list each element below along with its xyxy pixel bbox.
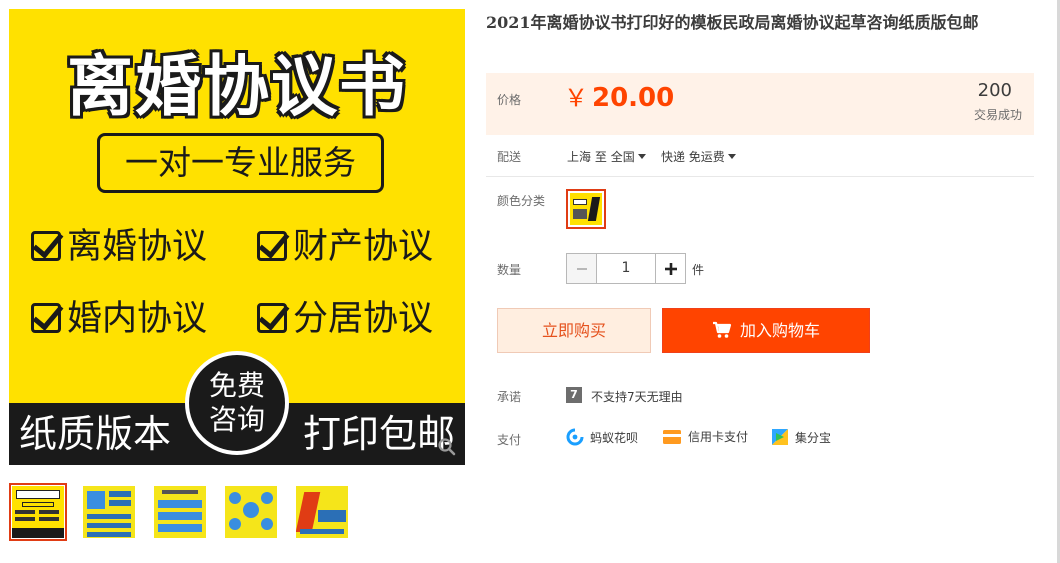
main-product-image[interactable]: 离婚协议书 一对一专业服务 离婚协议 财产协议 婚内协议 分居协议 纸质版本 免… <box>9 9 465 465</box>
quantity-row: 数量 <box>497 261 521 278</box>
color-label: 颜色分类 <box>497 194 546 208</box>
price-panel: 价格 ￥ 20.00 200 交易成功 <box>486 73 1034 135</box>
image-free-consult-badge: 免费 咨询 <box>185 351 289 455</box>
buy-now-button[interactable]: 立即购买 <box>497 308 651 353</box>
thumbnail-4[interactable] <box>222 483 280 541</box>
plus-icon <box>664 262 677 275</box>
delivery-destination-select[interactable]: 全国 <box>611 150 646 164</box>
product-title: 2021年离婚协议书打印好的模板民政局离婚协议起草咨询纸质版包邮 <box>486 13 979 32</box>
image-title-text: 离婚协议书 <box>67 48 407 125</box>
add-to-cart-button[interactable]: 加入购物车 <box>662 308 870 353</box>
jifenbao-icon <box>772 429 788 445</box>
image-bottom-left-text: 纸质版本 <box>19 412 172 456</box>
quantity-increase-button[interactable] <box>655 253 686 284</box>
divider <box>486 176 1034 177</box>
thumbnail-2[interactable] <box>80 483 138 541</box>
price-value: ￥ 20.00 <box>564 83 675 113</box>
payment-row: 支付 <box>497 431 521 448</box>
image-feature: 离婚协议 <box>31 227 207 267</box>
image-feature: 财产协议 <box>257 227 433 267</box>
payment-huabei[interactable]: 蚂蚁花呗 <box>566 428 638 446</box>
chevron-down-icon <box>727 154 736 159</box>
checkbox-icon <box>31 231 61 261</box>
huabei-icon <box>566 428 584 446</box>
payment-label: 支付 <box>497 433 522 447</box>
color-option-swatch[interactable] <box>566 189 606 229</box>
image-feature: 婚内协议 <box>31 299 207 339</box>
sales-label: 交易成功 <box>973 108 1022 122</box>
thumbnail-1[interactable] <box>9 483 67 541</box>
promise-row: 承诺 <box>497 388 521 405</box>
minus-icon <box>576 267 587 270</box>
image-feature: 分居协议 <box>257 299 433 339</box>
promise-label: 承诺 <box>497 390 522 404</box>
delivery-row: 配送 上海 至 全国 快递 免运费 <box>497 148 736 165</box>
quantity-input[interactable]: 1 <box>597 253 655 284</box>
zoom-icon[interactable] <box>437 437 457 457</box>
delivery-label: 配送 <box>497 150 522 164</box>
checkbox-icon <box>31 303 61 333</box>
thumbnail-5[interactable] <box>293 483 351 541</box>
quantity-stepper: 1 <box>566 253 686 284</box>
thumbnail-3[interactable] <box>151 483 209 541</box>
payment-credit-card[interactable]: 信用卡支付 <box>662 428 748 445</box>
sales-count: 200 <box>977 80 1012 101</box>
chevron-down-icon <box>637 154 646 159</box>
checkbox-icon <box>257 303 287 333</box>
image-bottom-right-text: 打印包邮 <box>302 412 455 456</box>
thumbnail-strip <box>9 483 364 541</box>
delivery-origin: 上海 <box>567 150 592 164</box>
quantity-label: 数量 <box>497 263 522 277</box>
shipping-method-select[interactable]: 快递 免运费 <box>661 150 736 164</box>
quantity-unit: 件 <box>692 263 705 277</box>
delivery-to: 至 <box>594 150 607 164</box>
cart-icon <box>712 321 732 338</box>
image-service-box: 一对一专业服务 <box>97 133 384 193</box>
promise-text[interactable]: 不支持7天无理由 <box>591 388 683 405</box>
payment-jifenbao[interactable]: 集分宝 <box>771 428 831 446</box>
color-row: 颜色分类 <box>497 192 545 209</box>
no-return-badge-icon: 7 <box>566 387 582 403</box>
quantity-decrease-button[interactable] <box>566 253 597 284</box>
checkbox-icon <box>257 231 287 261</box>
price-label: 价格 <box>497 93 522 107</box>
credit-card-icon <box>663 429 681 444</box>
